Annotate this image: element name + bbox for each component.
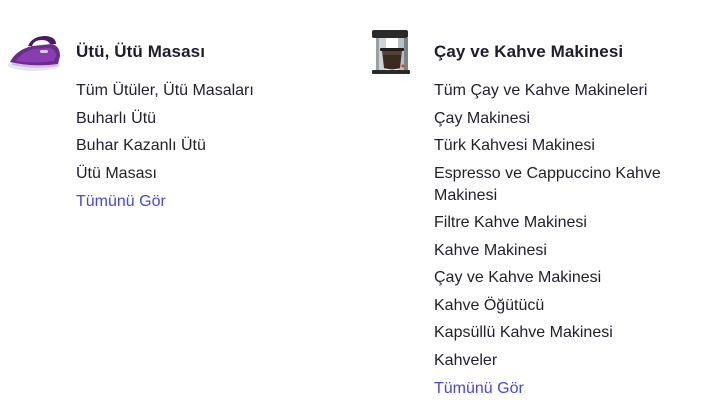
category-column-coffee: Çay ve Kahve Makinesi Tüm Çay ve Kahve M… [364,30,714,400]
subcategory-link[interactable]: Kapsüllü Kahve Makinesi [434,322,714,344]
steam-iron-icon[interactable] [6,30,64,74]
category-title[interactable]: Ütü, Ütü Masası [76,42,205,62]
subcategory-list: Tüm Ütüler, Ütü Masaları Buharlı Ütü Buh… [76,80,346,185]
subcategory-link[interactable]: Filtre Kahve Makinesi [434,212,714,234]
see-all-link[interactable]: Tümünü Gör [76,191,346,213]
category-header[interactable]: Ütü, Ütü Masası [6,30,346,74]
subcategory-link[interactable]: Kahveler [434,350,714,372]
subcategory-link[interactable]: Kahve Öğütücü [434,295,714,317]
subcategory-link[interactable]: Buhar Kazanlı Ütü [76,135,346,157]
subcategory-link[interactable]: Çay Makinesi [434,108,714,130]
see-all-link[interactable]: Tümünü Gör [434,378,714,400]
subcategory-link[interactable]: Çay ve Kahve Makinesi [434,267,714,289]
subcategory-link[interactable]: Tüm Çay ve Kahve Makineleri [434,80,714,102]
subcategory-link[interactable]: Tüm Ütüler, Ütü Masaları [76,80,346,102]
subcategory-link[interactable]: Ütü Masası [76,163,346,185]
category-title[interactable]: Çay ve Kahve Makinesi [434,42,623,62]
subcategory-link[interactable]: Espresso ve Cappuccino Kahve Makinesi [434,163,684,207]
subcategory-link[interactable]: Buharlı Ütü [76,108,346,130]
category-column-iron: Ütü, Ütü Masası Tüm Ütüler, Ütü Masaları… [6,30,346,213]
subcategory-link[interactable]: Türk Kahvesi Makinesi [434,135,714,157]
subcategory-link[interactable]: Kahve Makinesi [434,240,714,262]
subcategory-list: Tüm Çay ve Kahve Makineleri Çay Makinesi… [434,80,714,372]
coffee-machine-icon[interactable] [364,30,424,74]
category-header[interactable]: Çay ve Kahve Makinesi [364,30,714,74]
